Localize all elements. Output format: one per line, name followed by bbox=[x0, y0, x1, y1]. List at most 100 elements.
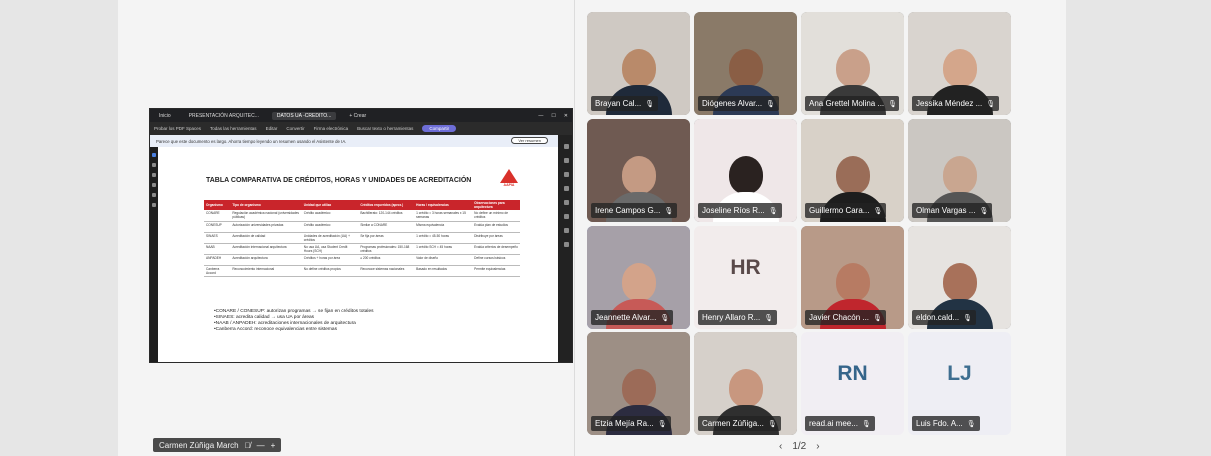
mic-muted-icon: 🎙 bbox=[764, 314, 774, 322]
prev-page-icon[interactable]: ‹ bbox=[779, 441, 782, 452]
participant-head bbox=[942, 156, 977, 194]
maximize-icon[interactable]: ☐ bbox=[551, 113, 555, 119]
table-cell: Acreditación de calidad bbox=[230, 232, 302, 244]
more-tools-icon[interactable] bbox=[152, 203, 156, 207]
bookmark-icon[interactable] bbox=[563, 158, 569, 163]
participant-head bbox=[621, 263, 656, 301]
participant-name-tag: Luis Fdo. A... 🎙 bbox=[912, 416, 980, 431]
shared-screen[interactable]: Inicio PRESENTACIÓN ARQUITEC... DATOS UA… bbox=[149, 108, 573, 363]
page-up-icon[interactable] bbox=[563, 200, 569, 205]
highlight-tool-icon[interactable] bbox=[152, 183, 156, 187]
mic-muted-icon: 🎙 bbox=[873, 207, 883, 215]
table-cell: No define un mínimo de créditos bbox=[472, 210, 520, 222]
zoom-in-icon[interactable] bbox=[563, 228, 569, 233]
zoom-tool-icon[interactable] bbox=[152, 163, 156, 167]
toolbar-convert[interactable]: Convertir bbox=[286, 126, 304, 131]
participant-tile[interactable]: eldon.cald... 🎙 bbox=[908, 226, 1011, 329]
expand-share-icon[interactable]: + bbox=[271, 441, 276, 450]
participant-tile[interactable]: LJ Luis Fdo. A... 🎙 bbox=[908, 332, 1011, 435]
pen-tool-icon[interactable] bbox=[152, 173, 156, 177]
participant-tile[interactable]: Javier Chacón ... 🎙 bbox=[801, 226, 904, 329]
pages-icon[interactable] bbox=[563, 172, 569, 177]
participant-tile[interactable]: Jeannette Alvar... 🎙 bbox=[587, 226, 690, 329]
table-cell: Evalúa plan de estudios bbox=[472, 221, 520, 233]
participant-tile[interactable]: Jessika Méndez ... 🎙 bbox=[908, 12, 1011, 115]
table-cell: ≥ 200 créditos bbox=[358, 254, 415, 266]
participant-name: Carmen Zúñiga... bbox=[702, 419, 764, 428]
participant-name: Joseline Ríos R... bbox=[702, 206, 765, 215]
participant-tile[interactable]: Guillermo Cara... 🎙 bbox=[801, 119, 904, 222]
table-cell: Acreditación internacional arquitectura bbox=[230, 243, 302, 255]
toolbar-all-tools[interactable]: Todas las herramientas bbox=[210, 126, 257, 131]
participant-name-tag: Olman Vargas ... 🎙 bbox=[912, 203, 993, 218]
table-cell: Reconocimiento internacional bbox=[230, 265, 302, 277]
participant-name-tag: Guillermo Cara... 🎙 bbox=[805, 203, 887, 218]
page-down-icon[interactable] bbox=[563, 214, 569, 219]
comparison-table: Organismo Tipo de organismo Unidad que u… bbox=[204, 200, 520, 277]
tab-create[interactable]: + Crear bbox=[344, 112, 371, 120]
left-tool-rail bbox=[150, 147, 158, 362]
presenter-label[interactable]: Carmen Zúñiga March 🎙̸ — + bbox=[153, 438, 282, 452]
participant-tile[interactable]: HR Henry Allaro R... 🎙 bbox=[694, 226, 797, 329]
select-tool-icon[interactable] bbox=[152, 153, 156, 157]
participant-name-tag: read.ai mee... 🎙 bbox=[805, 416, 875, 431]
next-page-icon[interactable]: › bbox=[816, 441, 819, 452]
mic-muted-icon: 🎙 bbox=[873, 314, 882, 322]
participant-tile[interactable]: Irene Campos G... 🎙 bbox=[587, 119, 690, 222]
toolbar-search[interactable]: Buscar texto o herramientas bbox=[357, 126, 413, 131]
toolbar-try-spaces[interactable]: Probar los PDF Spaces bbox=[154, 126, 201, 131]
mic-muted-icon: 🎙 bbox=[766, 100, 775, 108]
page-number-icon[interactable] bbox=[563, 186, 569, 191]
participant-tile[interactable]: RN read.ai mee... 🎙 bbox=[801, 332, 904, 435]
participant-tile[interactable]: Carmen Zúñiga... 🎙 bbox=[694, 332, 797, 435]
view-summary-button[interactable]: Ver resumen bbox=[511, 137, 548, 144]
table-cell: Similar a CONARE bbox=[358, 221, 415, 233]
table-cell: Créditos + horas por área bbox=[301, 254, 359, 266]
tab-presentation[interactable]: PRESENTACIÓN ARQUITEC... bbox=[184, 112, 264, 120]
pdf-page: TABLA COMPARATIVA DE CRÉDITOS, HORAS Y U… bbox=[158, 147, 558, 362]
table-header-cell: Créditos requeridos (aprox.) bbox=[358, 200, 415, 210]
participant-head bbox=[835, 49, 870, 87]
toolbar-edit[interactable]: Editar bbox=[266, 126, 278, 131]
mic-muted-icon: 🎙 bbox=[768, 207, 778, 215]
text-tool-icon[interactable] bbox=[152, 193, 156, 197]
table-cell: SINAES bbox=[204, 232, 231, 244]
close-icon[interactable]: ✕ bbox=[564, 113, 568, 119]
participant-tile[interactable]: Ana Grettel Molina ... 🎙 bbox=[801, 12, 904, 115]
avatar-initials: LJ bbox=[947, 362, 972, 385]
table-cell: Se fija por áreas bbox=[358, 232, 415, 244]
participant-tile[interactable]: Etzia Mejía Ra... 🎙 bbox=[587, 332, 690, 435]
minimize-icon[interactable]: — bbox=[538, 113, 543, 119]
comment-icon[interactable] bbox=[563, 144, 569, 149]
table-cell: Valor de diseño bbox=[414, 254, 473, 266]
participant-tile[interactable]: Brayan Cal... 🎙 bbox=[587, 12, 690, 115]
table-header-cell: Organismo bbox=[204, 200, 231, 210]
participant-name: Etzia Mejía Ra... bbox=[595, 419, 654, 428]
toolbar-esign[interactable]: Firma electrónica bbox=[314, 126, 349, 131]
table-cell: Autorización universidades privadas bbox=[230, 221, 302, 233]
mic-muted-icon: 🎙 bbox=[657, 420, 667, 428]
presenter-name: Carmen Zúñiga March bbox=[159, 440, 239, 450]
participant-name-tag: Jeannette Alvar... 🎙 bbox=[591, 310, 674, 325]
participant-name-tag: Brayan Cal... 🎙 bbox=[591, 96, 659, 111]
participant-tile[interactable]: Olman Vargas ... 🎙 bbox=[908, 119, 1011, 222]
share-button[interactable]: Compartir bbox=[422, 125, 457, 132]
tab-datos[interactable]: DATOS UA -CREDITO... bbox=[271, 111, 337, 120]
table-cell: Distribuye por áreas bbox=[472, 232, 520, 244]
pane-divider[interactable] bbox=[574, 0, 575, 456]
table-cell: Bachillerato: 120-144 créditos bbox=[358, 210, 415, 222]
participant-tile[interactable]: Diógenes Alvar... 🎙 bbox=[694, 12, 797, 115]
mic-muted-icon: 🎙 bbox=[645, 100, 655, 108]
participant-tile[interactable]: Joseline Ríos R... 🎙 bbox=[694, 119, 797, 222]
table-cell: Regulación académica nacional (universid… bbox=[230, 210, 302, 222]
avatar-initials: HR bbox=[730, 256, 761, 279]
zoom-out-icon[interactable] bbox=[563, 242, 569, 247]
table-cell: Crédito académico bbox=[301, 210, 359, 222]
window-controls[interactable]: — ☐ ✕ bbox=[538, 113, 572, 119]
note-line: •Canberra Accord: reconoce equivalencias… bbox=[214, 327, 337, 332]
minimize-share-icon[interactable]: — bbox=[257, 441, 265, 450]
participant-head bbox=[835, 263, 870, 301]
table-cell: Reconoce sistemas nacionales bbox=[358, 265, 415, 277]
table-cell: No define créditos propios bbox=[301, 265, 359, 277]
tab-home[interactable]: Inicio bbox=[154, 112, 176, 120]
